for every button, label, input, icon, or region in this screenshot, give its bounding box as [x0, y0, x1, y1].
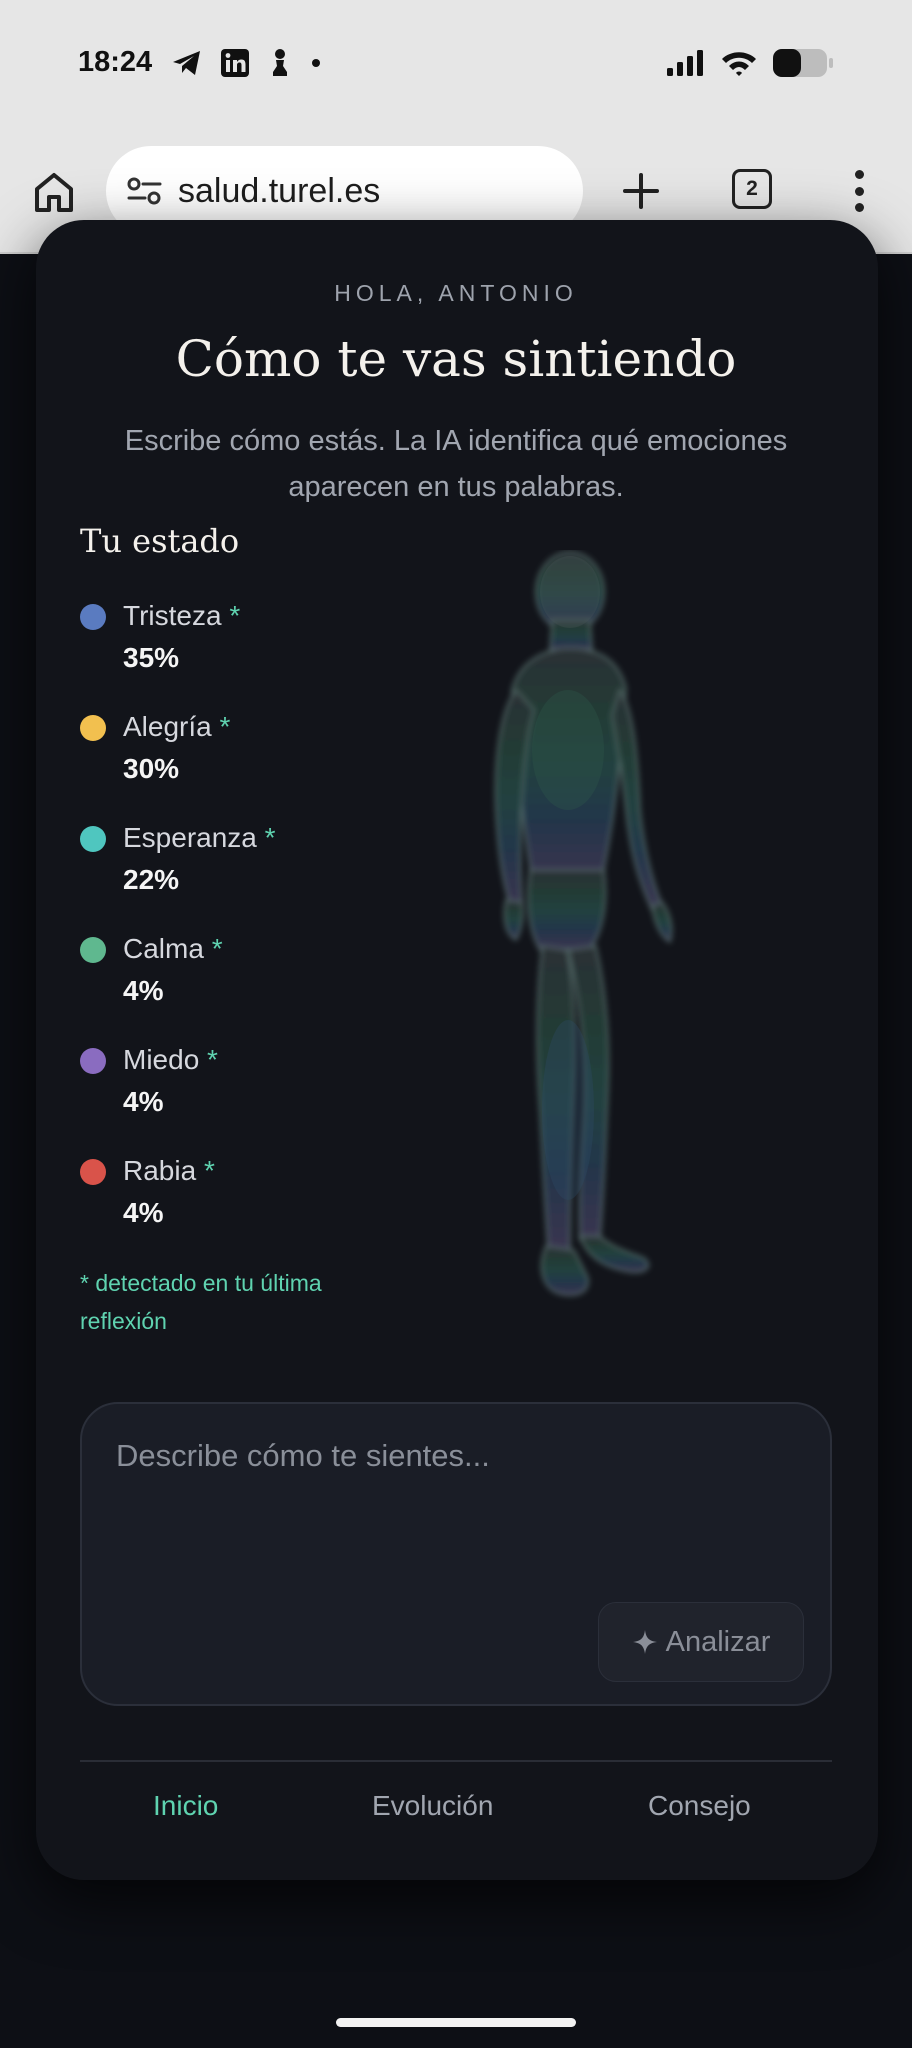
- emotion-percent: 30%: [123, 753, 180, 784]
- browser-menu-icon[interactable]: [853, 170, 865, 212]
- page-title: Cómo te vas sintiendo: [175, 330, 737, 388]
- emotion-name: Tristeza: [123, 600, 222, 631]
- status-time: 18:24: [78, 46, 153, 78]
- detected-marker: *: [219, 711, 231, 742]
- emotion-color-dot: [80, 1048, 106, 1074]
- telegram-icon: [173, 51, 200, 75]
- analyze-button[interactable]: Analizar: [598, 1602, 804, 1682]
- detected-footnote: * detectado en tu última reflexión: [80, 1270, 322, 1334]
- detected-marker: *: [264, 822, 276, 853]
- emotion-color-dot: [80, 826, 106, 852]
- emotion-color-dot: [80, 715, 106, 741]
- analyze-button-label: Analizar: [665, 1625, 771, 1658]
- emotion-name: Miedo: [123, 1044, 200, 1075]
- estado-title: Tu estado: [80, 522, 240, 560]
- detected-marker: *: [203, 1155, 215, 1186]
- new-tab-icon[interactable]: [622, 172, 660, 210]
- nav-tab-evolucion[interactable]: Evolución: [372, 1790, 493, 1822]
- emotion-name: Rabia: [123, 1155, 197, 1186]
- emotion-percent: 4%: [123, 1197, 164, 1228]
- nav-divider: [80, 1760, 832, 1762]
- greeting: HOLA, ANTONIO: [334, 280, 578, 306]
- emotion-color-dot: [80, 1159, 106, 1185]
- emotion-percent: 4%: [123, 975, 164, 1006]
- detected-marker: *: [207, 1044, 218, 1075]
- nav-tab-inicio[interactable]: Inicio: [153, 1790, 218, 1822]
- signal-icon: [667, 50, 703, 76]
- emotion-name: Calma: [123, 933, 204, 964]
- home-icon[interactable]: [32, 170, 76, 214]
- detected-marker: *: [229, 600, 241, 631]
- tab-switcher-button[interactable]: 2: [732, 169, 772, 209]
- status-left-icons: [172, 48, 322, 78]
- linkedin-icon: [221, 49, 249, 77]
- sparkle-icon: [632, 1630, 657, 1654]
- feelings-textarea[interactable]: [116, 1438, 796, 1578]
- emotion-color-dot: [80, 604, 106, 630]
- chess-pawn-icon: [273, 49, 287, 76]
- detected-marker: *: [211, 933, 223, 964]
- emotion-name: Alegría: [123, 711, 212, 742]
- status-right-icons: [666, 48, 834, 78]
- status-bar: 18:24: [0, 0, 912, 130]
- dot-icon: [312, 59, 320, 67]
- body-figure-illustration: [494, 551, 673, 1297]
- battery-icon: [773, 49, 833, 77]
- feelings-input-box: Analizar: [80, 1402, 832, 1706]
- emotion-percent: 22%: [123, 864, 180, 895]
- emotion-name: Esperanza: [123, 822, 257, 853]
- page-subtitle: Escribe cómo estás. La IA identifica qué…: [124, 425, 788, 503]
- nav-tab-consejo[interactable]: Consejo: [648, 1790, 751, 1822]
- emotion-percent: 35%: [123, 642, 180, 673]
- emotion-color-dot: [80, 937, 106, 963]
- home-indicator[interactable]: [336, 2018, 576, 2027]
- wifi-icon: [722, 52, 756, 76]
- emotion-percent: 4%: [123, 1086, 164, 1117]
- site-settings-icon[interactable]: [126, 175, 164, 207]
- tab-count: 2: [746, 177, 758, 200]
- url-text[interactable]: salud.turel.es: [178, 172, 380, 211]
